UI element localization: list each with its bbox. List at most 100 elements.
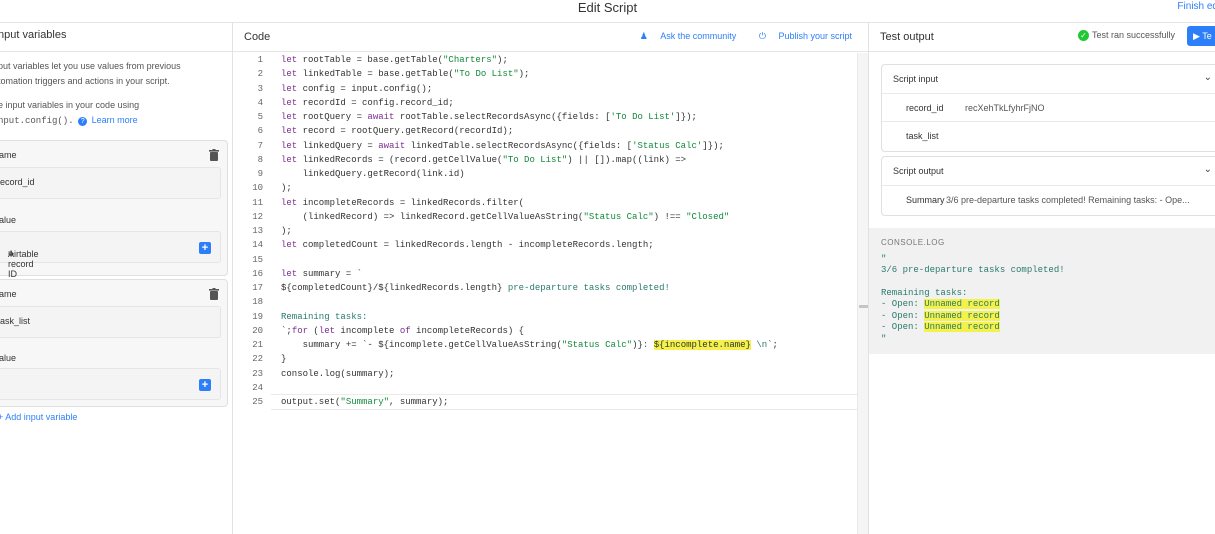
code-line-3: let config = input.config(); <box>281 83 433 94</box>
line-number: 25 <box>252 397 263 407</box>
test-button-label: Te <box>1202 31 1212 41</box>
code-editor[interactable]: let rootTable = base.getTable("Charters"… <box>281 53 848 409</box>
input-key: task_list <box>906 131 939 141</box>
pill-label: Airtable record ID <box>8 249 39 279</box>
publish-script-link[interactable]: ⏻ Publish your script <box>749 31 852 41</box>
line-number: 1 <box>257 55 263 65</box>
code-panel: Code ♟ Ask the community ⏻ Publish your … <box>233 23 868 534</box>
input-variables-description-line3: e input variables in your code using <box>0 100 140 110</box>
code-line-5: let rootQuery = await rootTable.selectRe… <box>281 112 697 122</box>
line-number: 9 <box>257 169 263 179</box>
value-label: alue <box>0 215 17 225</box>
finish-editing-button[interactable]: Finish edit <box>1177 1 1215 12</box>
line-number: 22 <box>252 354 263 365</box>
line-number: 7 <box>257 140 263 151</box>
code-header: Code <box>244 31 271 43</box>
chevron-down-icon[interactable]: ⌄ <box>1204 164 1212 175</box>
ask-community-label: Ask the community <box>660 31 737 41</box>
input-variables-description-line2: tomation triggers and actions in your sc… <box>0 76 170 86</box>
name-input-value: ask_list <box>0 316 31 326</box>
code-line-21: summary += `- ${incomplete.getCellValueA… <box>281 340 778 350</box>
line-number: 4 <box>257 97 263 108</box>
console-line: Remaining tasks: <box>881 288 968 298</box>
console-prefix: - Open: <box>881 311 925 321</box>
line-number-gutter: 1 2 3 4 5 6 7 8 9 10 11 12 13 14 15 16 17 18 19 20 21 22 23 24 2… <box>233 53 271 409</box>
add-token-button[interactable]: + <box>199 242 211 254</box>
test-status: ✓ Test ran successfully <box>1077 30 1175 42</box>
line-number: 14 <box>252 240 263 251</box>
line-number: 2 <box>257 69 263 80</box>
add-token-button[interactable]: + <box>199 379 211 391</box>
code-header-links: ♟ Ask the community ⏻ Publish your scrip… <box>620 31 852 42</box>
input-variables-description-line4: nput.config(). ? Learn more <box>0 113 230 129</box>
line-number: 19 <box>252 311 263 322</box>
console-line: - Open: Unnamed record <box>881 311 1000 323</box>
publish-label: Publish your script <box>778 31 852 41</box>
input-variables-description-line1: put variables let you use values from pr… <box>0 61 181 71</box>
line-number: 11 <box>252 197 263 208</box>
input-row-record-id: record_id recXehTkLfyhrFjNO <box>882 93 1215 122</box>
code-line-23: console.log(summary); <box>281 368 395 379</box>
help-icon[interactable]: ? <box>78 117 88 126</box>
input-variables-panel: nput variables put variables let you use… <box>0 23 232 534</box>
airtable-record-id-pill[interactable]: ◆ Airtable record ID ▾ <box>6 240 39 279</box>
top-bar: Edit Script Finish edit <box>0 0 1215 23</box>
code-line-8: let linkedRecords = (record.getCellValue… <box>281 154 687 165</box>
code-header-divider <box>233 51 868 52</box>
output-key: Summary <box>906 195 945 205</box>
console-line: 3/6 pre-departure tasks completed! <box>881 265 1065 275</box>
add-input-variable-button[interactable]: + Add input variable <box>0 412 77 422</box>
chevron-down-icon[interactable]: ⌄ <box>1204 72 1212 83</box>
console-prefix: - Open: <box>881 299 925 309</box>
code-line-22: } <box>281 354 287 365</box>
name-label: ame <box>0 289 17 299</box>
plus-icon: + <box>0 412 4 422</box>
line-number: 17 <box>252 283 263 293</box>
value-input[interactable]: ◆ Airtable record ID ▾ <box>0 231 221 279</box>
add-input-variable-label: Add input variable <box>5 412 78 422</box>
code-line-2: let linkedTable = base.getTable("To Do L… <box>281 69 530 80</box>
code-line-9: linkedQuery.getRecord(link.id) <box>281 169 465 179</box>
output-row-summary: Summary 3/6 pre-departure tasks complete… <box>882 185 1215 214</box>
name-label: ame <box>0 150 17 160</box>
console-log: CONSOLE.LOG " 3/6 pre-departure tasks co… <box>869 228 1215 354</box>
line-number: 5 <box>257 112 263 122</box>
name-input[interactable]: ask_list <box>0 306 221 338</box>
line-number: 24 <box>252 382 263 393</box>
code-line-4: let recordId = config.record_id; <box>281 97 454 108</box>
code-line-19: Remaining tasks: <box>281 311 368 322</box>
console-line: - Open: Unnamed record <box>881 322 1000 334</box>
people-icon: ♟ <box>639 31 648 41</box>
page-title: Edit Script <box>577 0 638 15</box>
console-line: " <box>881 334 887 344</box>
test-header-divider <box>869 51 1215 52</box>
console-highlight: Unnamed record <box>924 322 1000 332</box>
output-value: 3/6 pre-departure tasks completed! Remai… <box>946 195 1190 205</box>
test-button[interactable]: ▶ Te <box>1187 26 1215 46</box>
value-input[interactable] <box>0 368 221 400</box>
line-number: 18 <box>252 297 263 308</box>
input-key: record_id <box>906 103 944 113</box>
ask-community-link[interactable]: ♟ Ask the community <box>630 31 737 41</box>
script-output-title: Script output <box>893 166 944 176</box>
input-config-code: nput.config(). <box>0 116 74 126</box>
console-prefix: - Open: <box>881 322 925 332</box>
learn-more-link[interactable]: Learn more <box>92 115 138 125</box>
code-scrollbar[interactable] <box>857 53 868 534</box>
script-input-section: Script input ⌄ record_id recXehTkLfyhrFj… <box>881 64 1215 152</box>
line-number: 15 <box>252 254 263 265</box>
code-line-25: output.set("Summary", summary); <box>281 397 449 407</box>
line-number: 10 <box>252 183 263 194</box>
scrollbar-marker <box>859 305 868 308</box>
line-number: 23 <box>252 368 263 379</box>
code-line-13: ); <box>281 226 292 236</box>
trash-icon[interactable] <box>209 149 219 161</box>
trash-icon[interactable] <box>209 288 219 300</box>
code-line-7: let linkedQuery = await linkedTable.sele… <box>281 140 724 151</box>
console-highlight: Unnamed record <box>924 299 1000 309</box>
name-input[interactable]: ecord_id <box>0 167 221 199</box>
console-line: " <box>881 254 887 264</box>
line-number: 3 <box>257 83 263 94</box>
